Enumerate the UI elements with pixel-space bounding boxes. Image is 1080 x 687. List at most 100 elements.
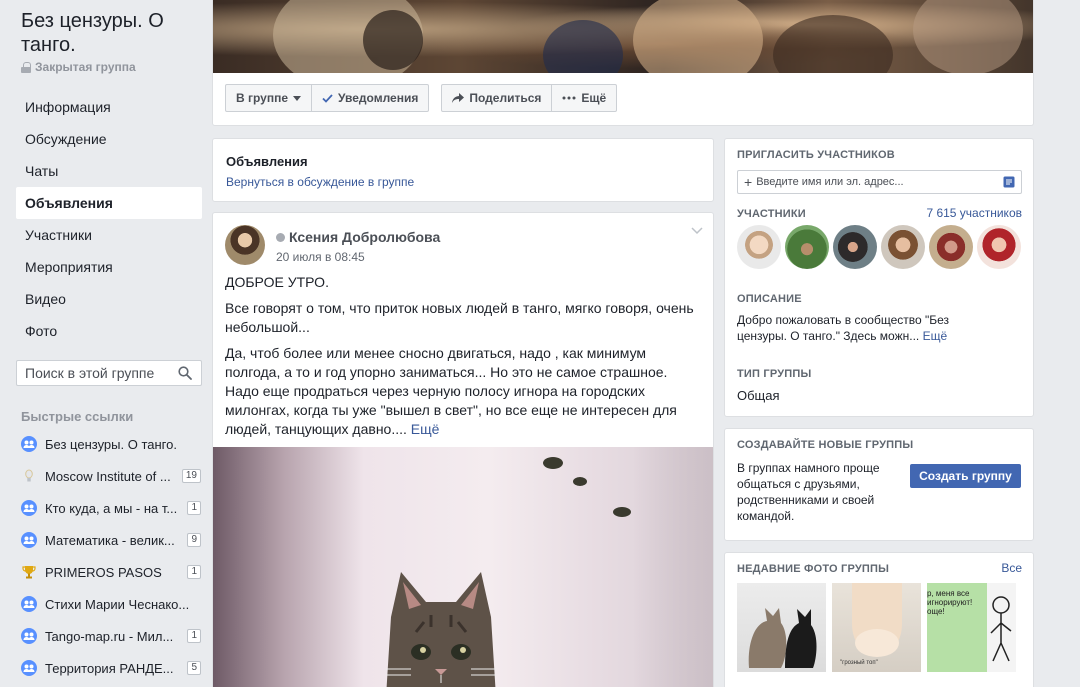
quick-link[interactable]: Территория РАНДЕ... 5 — [21, 652, 201, 684]
quick-link-label: Moscow Institute of ... — [45, 468, 171, 484]
post-text: ДОБРОЕ УТРО. Все говорят о том, что прит… — [225, 273, 703, 446]
kitten-illustration — [386, 572, 496, 687]
quick-link-badge: 1 — [187, 501, 201, 515]
nav-item-events[interactable]: Мероприятия — [16, 251, 202, 283]
quick-link[interactable]: Математика - велик... 9 — [21, 524, 201, 556]
photo-caption: "грозный топ" — [840, 660, 878, 666]
cover-photo[interactable] — [213, 0, 1033, 73]
cats-image — [748, 608, 817, 668]
share-label: Поделиться — [469, 91, 542, 105]
quick-link[interactable]: Без цензуры. О танго. — [21, 428, 201, 460]
post-author: Ксения Добролюбова — [276, 229, 440, 245]
quick-link[interactable]: Tango-map.ru - Мил... 1 — [21, 620, 201, 652]
group-icon — [21, 596, 37, 612]
nav-item-announcements[interactable]: Объявления — [16, 187, 202, 219]
privacy-label: Закрытая группа — [35, 60, 136, 74]
invite-input[interactable] — [752, 176, 1003, 188]
more-dots-icon — [562, 96, 576, 100]
back-to-discussion-link[interactable]: Вернуться в обсуждение в группе — [226, 175, 414, 189]
invite-title: Пригласить участников — [737, 149, 895, 161]
plus-icon: + — [744, 174, 753, 190]
nav-item-chats[interactable]: Чаты — [16, 155, 202, 187]
announcements-header: Объявления Вернуться в обсуждение в груп… — [212, 138, 714, 202]
in-group-button[interactable]: В группе — [226, 85, 311, 111]
nav-item-photos[interactable]: Фото — [16, 315, 202, 347]
group-title[interactable]: Без цензуры. О танго. — [21, 9, 201, 57]
cat-paw-image — [852, 583, 902, 657]
announcements-title: Объявления — [226, 154, 308, 169]
quick-links-list: Без цензуры. О танго. Moscow Institute o… — [21, 428, 201, 684]
chevron-down-icon[interactable] — [691, 227, 703, 235]
member-avatar[interactable] — [881, 225, 925, 269]
description-more-link[interactable]: Ещё — [923, 329, 948, 343]
author-avatar[interactable] — [225, 225, 265, 265]
share-arrow-icon — [452, 93, 465, 103]
post-photo[interactable] — [213, 447, 713, 687]
nav-item-discussion[interactable]: Обсуждение — [16, 123, 202, 155]
post-paragraph: ДОБРОЕ УТРО. — [225, 274, 329, 290]
author-name[interactable]: Ксения Добролюбова — [289, 229, 440, 245]
group-photo[interactable] — [737, 583, 826, 672]
create-groups-title: Создавайте новые группы — [737, 439, 914, 451]
create-groups-text: В группах намного проще общаться с друзь… — [737, 461, 880, 523]
member-avatar[interactable] — [737, 225, 781, 269]
create-group-button[interactable]: Создать группу — [910, 464, 1021, 488]
nav-item-info[interactable]: Информация — [16, 91, 202, 123]
recent-photos-title: Недавние фото группы — [737, 563, 890, 575]
group-icon — [21, 436, 37, 452]
nav-item-members[interactable]: Участники — [16, 219, 202, 251]
group-icon — [21, 660, 37, 676]
group-icon — [21, 532, 37, 548]
description-text: Добро пожаловать в сообщество "Без цензу… — [737, 312, 977, 344]
more-label: Ещё — [581, 91, 607, 105]
group-nav: Информация Обсуждение Чаты Объявления Уч… — [16, 91, 202, 347]
quick-link[interactable]: Moscow Institute of ... 19 — [21, 460, 201, 492]
recent-photos-card: Недавние фото группы Все "грозный топ" р… — [724, 552, 1034, 687]
all-photos-link[interactable]: Все — [1001, 561, 1022, 575]
quick-link-badge: 5 — [187, 661, 201, 675]
lock-icon — [21, 61, 31, 73]
check-icon — [322, 93, 333, 103]
quick-link-label: Tango-map.ru - Мил... — [45, 628, 174, 644]
members-avatars — [737, 225, 1021, 269]
group-photo[interactable]: р, меня все игнорируют! още! — [927, 583, 1016, 672]
group-photo[interactable]: "грозный топ" — [832, 583, 921, 672]
group-search-input[interactable] — [17, 361, 167, 385]
member-avatar[interactable] — [929, 225, 973, 269]
quick-link[interactable]: Стихи Марии Чеснако... — [21, 588, 201, 620]
share-buttons: Поделиться Ещё — [441, 84, 618, 112]
group-icon — [21, 628, 37, 644]
caret-down-icon — [293, 95, 302, 101]
group-type-title: Тип группы — [737, 368, 812, 380]
post-timestamp[interactable]: 20 июля в 08:45 — [276, 250, 365, 264]
nav-item-video[interactable]: Видео — [16, 283, 202, 315]
header-actions: В группе Уведомления Поделиться Ещё — [225, 84, 618, 112]
description-title: Описание — [737, 293, 802, 305]
more-button[interactable]: Ещё — [551, 85, 616, 111]
member-avatar[interactable] — [785, 225, 829, 269]
members-count-link[interactable]: 7 615 участников — [926, 206, 1022, 220]
see-more-link[interactable]: Ещё — [411, 421, 440, 437]
group-search — [16, 360, 202, 386]
quick-link[interactable]: Кто куда, а мы - на т... 1 — [21, 492, 201, 524]
post-paragraph: Да, чтоб более или менее сносно двигатьс… — [225, 344, 703, 439]
address-book-icon[interactable] — [1003, 176, 1015, 188]
quick-link-label: Кто куда, а мы - на т... — [45, 500, 178, 516]
invite-field: + — [737, 170, 1022, 194]
quick-link-label: Математика - велик... — [45, 532, 175, 548]
search-icon[interactable] — [178, 366, 192, 380]
quick-link[interactable]: PRIMEROS PASOS 1 — [21, 556, 201, 588]
share-button[interactable]: Поделиться — [442, 85, 551, 111]
quick-link-badge: 19 — [181, 469, 201, 483]
member-avatar[interactable] — [977, 225, 1021, 269]
quick-link-label: Без цензуры. О танго. — [45, 436, 177, 452]
group-header: В группе Уведомления Поделиться Ещё — [212, 0, 1034, 126]
post-paragraph-text: Да, чтоб более или менее сносно двигатьс… — [225, 345, 677, 437]
member-avatar[interactable] — [833, 225, 877, 269]
trophy-icon — [21, 564, 37, 580]
group-info-card: Пригласить участников + Участники 7 615 … — [724, 138, 1034, 417]
description-body: Добро пожаловать в сообщество "Без цензу… — [737, 313, 950, 343]
notifications-button[interactable]: Уведомления — [311, 85, 428, 111]
bulb-icon — [21, 468, 37, 484]
quick-link-label: PRIMEROS PASOS — [45, 564, 162, 580]
